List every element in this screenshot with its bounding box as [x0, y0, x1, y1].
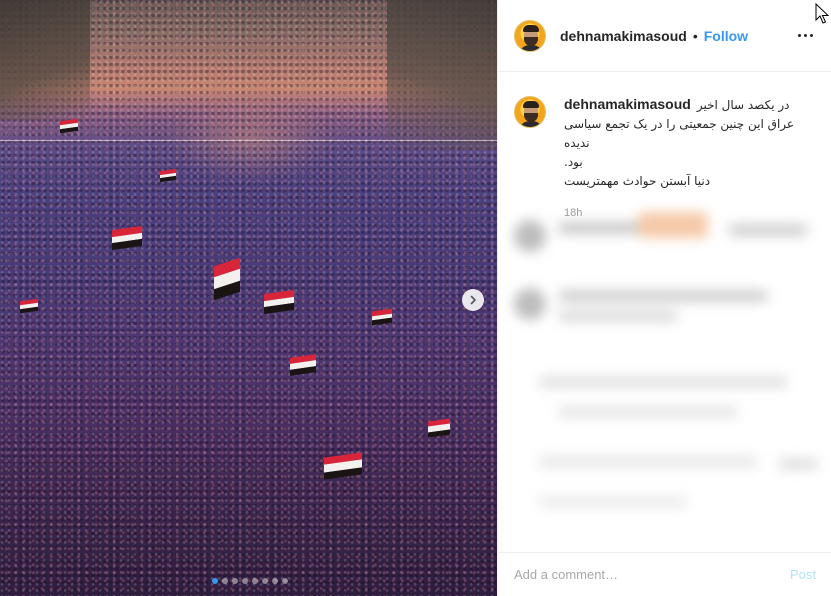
iraqi-flag	[60, 118, 78, 134]
carousel-dot	[212, 578, 218, 584]
caption: dehnamakimasoud در یکصد سال اخیر عراق ای…	[498, 73, 831, 219]
carousel-dot	[252, 578, 258, 584]
post-photo[interactable]	[0, 0, 497, 596]
carousel-dot	[222, 578, 228, 584]
caption-body: dehnamakimasoud در یکصد سال اخیر عراق ای…	[564, 96, 814, 219]
iraqi-flag	[20, 298, 38, 314]
carousel-next-button[interactable]	[462, 289, 484, 311]
iraqi-flag	[428, 418, 450, 438]
comment-footer: Post	[498, 552, 831, 596]
mouse-cursor-icon	[815, 3, 829, 24]
comments-section: dehnamakimasoud در یکصد سال اخیر عراق ای…	[498, 73, 831, 552]
carousel-dot	[242, 578, 248, 584]
post-side-panel: dehnamakimasoud • Follow dehnamakimasoud…	[497, 0, 831, 596]
iraqi-flag	[264, 289, 294, 315]
blurred-comments	[498, 206, 831, 552]
buildings-right	[387, 0, 497, 150]
avatar[interactable]	[514, 96, 546, 128]
caption-line: در یکصد سال اخیر	[696, 98, 790, 112]
power-line	[0, 140, 497, 141]
follow-button[interactable]: Follow	[704, 28, 748, 44]
chevron-right-icon	[470, 295, 476, 305]
caption-username[interactable]: dehnamakimasoud	[564, 96, 691, 112]
caption-line: بود.	[564, 155, 583, 169]
caption-line: دنیا آبستن حوادث مهمتریست	[564, 174, 711, 188]
post-header: dehnamakimasoud • Follow	[498, 0, 831, 72]
comment-input[interactable]	[514, 567, 790, 582]
iraqi-flag	[290, 354, 316, 376]
carousel-dot	[232, 578, 238, 584]
iraqi-flag	[372, 308, 392, 326]
more-options-icon[interactable]	[795, 26, 815, 46]
caption-line: عراق این چنین جمعیتی را در یک تجمع سیاسی…	[564, 117, 795, 150]
post-button[interactable]: Post	[790, 567, 816, 582]
avatar[interactable]	[514, 19, 546, 52]
carousel-dot	[272, 578, 278, 584]
buildings-left	[0, 0, 90, 120]
carousel-dot	[262, 578, 268, 584]
header-username[interactable]: dehnamakimasoud	[560, 28, 687, 44]
carousel-dot	[282, 578, 288, 584]
carousel-indicator	[212, 578, 288, 584]
iraqi-flag	[112, 225, 142, 251]
separator-dot: •	[692, 27, 698, 44]
iraqi-flag	[160, 168, 176, 183]
